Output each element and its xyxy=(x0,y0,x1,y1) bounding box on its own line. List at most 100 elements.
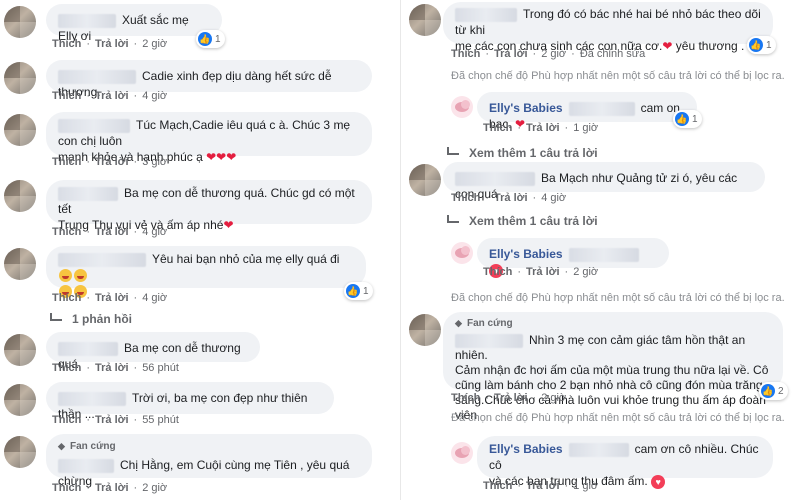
avatar[interactable] xyxy=(409,4,441,36)
comment-bubble: Trong đó có bác nhé hai bé nhỏ bác theo … xyxy=(443,2,773,53)
edited-label[interactable]: Đã chỉnh sửa xyxy=(580,48,645,60)
timestamp[interactable]: 1 giờ xyxy=(573,480,598,492)
like-link[interactable]: Thích xyxy=(52,90,81,102)
comment-actions: Thích · Trả lời · 4 giờ xyxy=(52,226,168,238)
reaction-summary[interactable]: 👍 2 xyxy=(759,382,788,400)
reaction-summary[interactable]: 👍 1 xyxy=(344,282,373,300)
timestamp[interactable]: 3 giờ xyxy=(142,156,167,168)
reply-link[interactable]: Trả lời xyxy=(494,392,528,404)
reply-link[interactable]: Trả lời xyxy=(95,414,129,426)
like-link[interactable]: Thích xyxy=(52,156,81,168)
reaction-summary[interactable]: 👍 1 xyxy=(196,30,225,48)
like-link[interactable]: Thích xyxy=(483,480,512,492)
like-reaction-icon: 👍 xyxy=(346,284,360,298)
reply-link[interactable]: Trả lời xyxy=(95,362,129,374)
reply-link[interactable]: Trả lời xyxy=(526,122,560,134)
like-link[interactable]: Thích xyxy=(52,414,81,426)
like-link[interactable]: Thích xyxy=(52,38,81,50)
like-link[interactable]: Thích xyxy=(52,292,81,304)
avatar[interactable] xyxy=(4,436,36,468)
comment: Trời ơi, ba mẹ con đẹp như thiên thần ..… xyxy=(0,380,395,430)
timestamp[interactable]: 2 giờ xyxy=(541,48,566,60)
avatar[interactable] xyxy=(409,164,441,196)
reply-link[interactable]: Trả lời xyxy=(494,192,528,204)
timestamp[interactable]: 4 giờ xyxy=(142,292,167,304)
reply-link[interactable]: Trả lời xyxy=(95,226,129,238)
like-link[interactable]: Thích xyxy=(451,48,480,60)
reply-link[interactable]: Trả lời xyxy=(526,480,560,492)
right-comment-column: Trong đó có bác nhé hai bé nhỏ bác theo … xyxy=(400,0,800,500)
diamond-icon: ◆ xyxy=(455,318,462,328)
timestamp[interactable]: 2 giờ xyxy=(142,38,167,50)
reply-link[interactable]: Trả lời xyxy=(95,482,129,494)
reply-link[interactable]: Trả lời xyxy=(95,156,129,168)
author-name[interactable]: Elly's Babies xyxy=(489,101,563,115)
redacted-name[interactable] xyxy=(58,118,130,133)
redacted-name[interactable] xyxy=(58,13,116,28)
heart-emoji: ❤❤❤ xyxy=(206,150,237,164)
reaction-summary[interactable]: 👍 1 xyxy=(673,110,702,128)
redacted-name[interactable] xyxy=(58,252,146,267)
redacted-name[interactable] xyxy=(455,7,517,22)
elly-babies-avatar[interactable] xyxy=(451,442,473,464)
reply-link[interactable]: Trả lời xyxy=(95,90,129,102)
timestamp[interactable]: 4 giờ xyxy=(142,226,167,238)
timestamp[interactable]: 2 giờ xyxy=(573,266,598,278)
like-link[interactable]: Thích xyxy=(52,482,81,494)
reply-link[interactable]: Trả lời xyxy=(95,38,129,50)
elly-babies-avatar[interactable] xyxy=(451,242,473,264)
redacted-name[interactable] xyxy=(568,101,635,116)
author-name[interactable]: Elly's Babies xyxy=(489,442,563,456)
avatar[interactable] xyxy=(409,314,441,346)
redacted-name[interactable] xyxy=(58,391,126,406)
redacted-name[interactable] xyxy=(568,247,639,262)
elly-babies-avatar[interactable] xyxy=(451,96,473,118)
timestamp[interactable]: 4 giờ xyxy=(541,192,566,204)
avatar[interactable] xyxy=(4,62,36,94)
reply: Elly's Babies♥ Thích · Trả lời · 2 giờ Đã ch… xyxy=(401,236,800,306)
reply-link[interactable]: Trả lời xyxy=(494,48,528,60)
comment-actions: Thích · Trả lời · 55 phút xyxy=(52,414,179,426)
reply-link[interactable]: Trả lời xyxy=(95,292,129,304)
like-link[interactable]: Thích xyxy=(451,392,480,404)
reaction-summary[interactable]: 👍 1 xyxy=(747,36,776,54)
comment: Trong đó có bác nhé hai bé nhỏ bác theo … xyxy=(401,0,800,86)
like-link[interactable]: Thích xyxy=(451,192,480,204)
redacted-name[interactable] xyxy=(455,171,535,186)
avatar[interactable] xyxy=(4,180,36,212)
like-link[interactable]: Thích xyxy=(483,266,512,278)
avatar[interactable] xyxy=(4,114,36,146)
avatar[interactable] xyxy=(4,248,36,280)
timestamp[interactable]: 1 giờ xyxy=(573,122,598,134)
comment: Ba mẹ con dễ thương quá. Chúc gd có một … xyxy=(0,176,395,244)
redacted-name[interactable] xyxy=(568,442,629,457)
avatar[interactable] xyxy=(4,6,36,38)
comment-bubble: Ba mẹ con dễ thương quá. Chúc gd có một … xyxy=(46,180,372,232)
emoji-icon xyxy=(59,269,72,283)
view-more-replies-link[interactable]: Xem thêm 1 câu trả lời xyxy=(447,146,598,160)
like-reaction-icon: 👍 xyxy=(749,38,763,52)
comment: ◆ Fan cứng Chị Hằng, em Cuội cùng mẹ Tiên… xyxy=(0,432,395,500)
avatar[interactable] xyxy=(4,334,36,366)
timestamp[interactable]: 56 phút xyxy=(142,362,179,374)
like-link[interactable]: Thích xyxy=(52,362,81,374)
like-link[interactable]: Thích xyxy=(483,122,512,134)
author-name[interactable]: Elly's Babies xyxy=(489,247,563,261)
redacted-name[interactable] xyxy=(455,333,523,348)
redacted-name[interactable] xyxy=(58,458,114,473)
timestamp[interactable]: 55 phút xyxy=(142,414,179,426)
redacted-name[interactable] xyxy=(58,341,118,356)
comment-text: Yêu hai bạn nhỏ của mẹ elly quá đi xyxy=(152,252,340,266)
redacted-name[interactable] xyxy=(58,69,136,84)
like-link[interactable]: Thích xyxy=(52,226,81,238)
reply-link[interactable]: Trả lời xyxy=(526,266,560,278)
view-more-replies-link[interactable]: Xem thêm 1 câu trả lời xyxy=(447,214,598,228)
fan-badge: ◆ Fan cứng xyxy=(58,438,360,455)
redacted-name[interactable] xyxy=(58,186,118,201)
timestamp[interactable]: 2 giờ xyxy=(541,392,566,404)
avatar[interactable] xyxy=(4,384,36,416)
timestamp[interactable]: 4 giờ xyxy=(142,90,167,102)
heart-emoji: ❤ xyxy=(662,39,673,53)
timestamp[interactable]: 2 giờ xyxy=(142,482,167,494)
view-replies-link[interactable]: 1 phản hồi xyxy=(50,312,132,326)
